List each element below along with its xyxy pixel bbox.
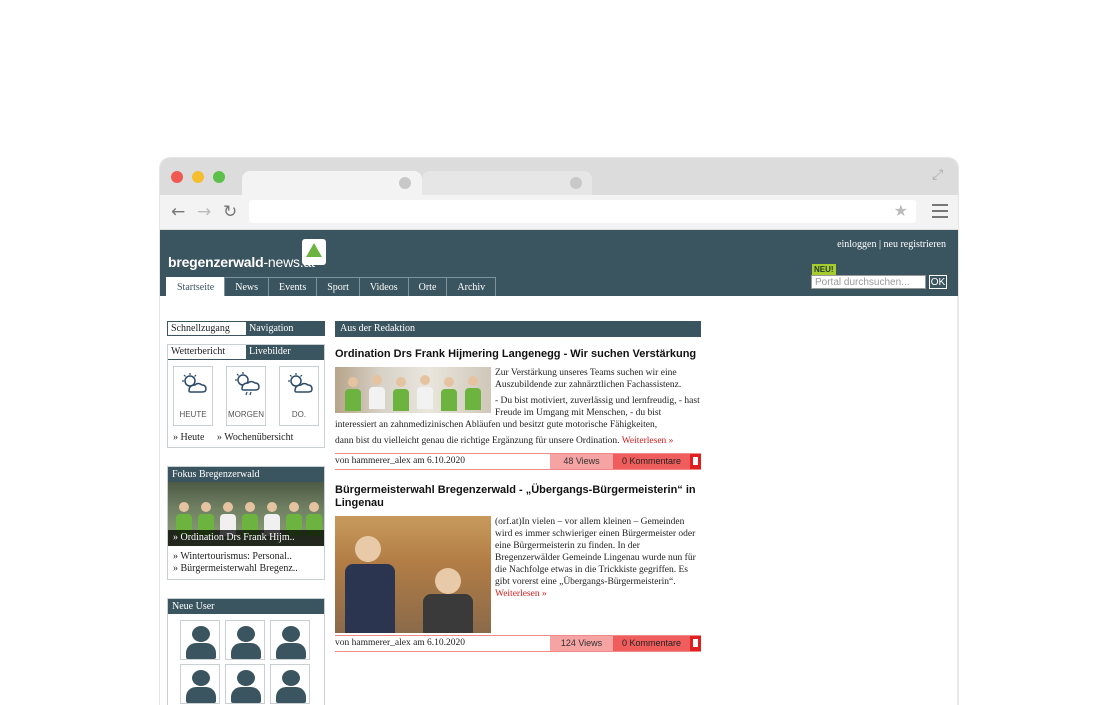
expand-icon[interactable]: ⤢: [932, 168, 948, 184]
fokus-link[interactable]: » Bürgermeisterwahl Bregenz..: [173, 563, 319, 575]
section-header: Aus der Redaktion: [335, 321, 701, 337]
search-ok-button[interactable]: OK: [929, 275, 947, 289]
page-edge: [957, 296, 958, 705]
tab-wetterbericht[interactable]: Wetterbericht: [168, 345, 246, 359]
forward-arrow-icon[interactable]: →: [197, 201, 211, 223]
nav-startseite[interactable]: Startseite: [166, 277, 225, 297]
tab-favicon-icon: [570, 177, 582, 189]
fokus-box: Fokus Bregenzerwald » Ordination Drs Fra…: [167, 466, 325, 580]
weather-week-link[interactable]: » Wochenübersicht: [217, 432, 294, 443]
fokus-image[interactable]: » Ordination Drs Frank Hijm..: [168, 482, 324, 546]
read-more-link[interactable]: Weiterlesen »: [495, 589, 547, 599]
address-bar[interactable]: ★: [249, 200, 916, 223]
reload-icon[interactable]: ↻: [223, 201, 237, 223]
fokus-links: » Wintertourismus: Personal.. » Bürgerme…: [168, 546, 324, 579]
user-avatar-icon[interactable]: [225, 664, 265, 704]
search-input[interactable]: Portal durchsuchen...: [811, 275, 926, 289]
sun-cloud-icon: [182, 373, 207, 393]
nav-events[interactable]: Events: [268, 277, 317, 297]
sun-cloud-rain-icon: [235, 372, 260, 396]
weather-day-tomorrow[interactable]: MORGEN: [226, 366, 266, 426]
nav-archiv[interactable]: Archiv: [446, 277, 497, 297]
browser-toolbar: ← → ↻ ★: [160, 195, 958, 230]
user-avatar-icon[interactable]: [180, 620, 220, 660]
article-image[interactable]: [335, 516, 491, 633]
star-icon[interactable]: ★: [894, 201, 908, 220]
login-link[interactable]: einloggen: [837, 239, 876, 250]
fokus-title: Fokus Bregenzerwald: [168, 467, 324, 482]
weather-today-link[interactable]: » Heute: [173, 432, 204, 443]
back-arrow-icon[interactable]: ←: [171, 201, 185, 223]
comments-link[interactable]: 0 Kommentare: [613, 636, 690, 651]
tab-navigation[interactable]: Navigation: [246, 322, 324, 335]
close-window-button[interactable]: [171, 171, 183, 183]
site-header: bregenzerwald-news.at einloggen | neu re…: [160, 230, 958, 297]
article: Ordination Drs Frank Hijmering Langenegg…: [335, 348, 701, 470]
article-title[interactable]: Ordination Drs Frank Hijmering Langenegg…: [335, 348, 701, 361]
article-meta: von hammerer_alex am 6.10.2020 48 Views …: [335, 453, 701, 470]
views-count: 124 Views: [550, 636, 613, 651]
browser-titlebar: ⤢: [160, 158, 958, 197]
nav-videos[interactable]: Videos: [358, 277, 408, 297]
article-image[interactable]: [335, 367, 491, 413]
fokus-caption[interactable]: » Ordination Drs Frank Hijm..: [168, 530, 324, 546]
comments-link[interactable]: 0 Kommentare: [613, 454, 690, 469]
article-byline: von hammerer_alex am 6.10.2020: [335, 638, 466, 648]
article-meta: von hammerer_alex am 6.10.2020 124 Views…: [335, 635, 701, 652]
fokus-link[interactable]: » Wintertourismus: Personal..: [173, 551, 319, 563]
new-badge: NEU!: [812, 264, 836, 275]
new-users-title: Neue User: [168, 599, 324, 614]
nav-news[interactable]: News: [224, 277, 268, 297]
user-avatar-icon[interactable]: [270, 664, 310, 704]
tab-livebilder[interactable]: Livebilder: [246, 345, 324, 359]
article-paragraph: dann bist du vielleicht genau die richti…: [335, 436, 674, 446]
weather-links: » Heute » Wochenübersicht: [168, 430, 324, 447]
article-byline: von hammerer_alex am 6.10.2020: [335, 456, 466, 466]
tab-schnellzugang[interactable]: Schnellzugang: [168, 322, 246, 335]
tab-favicon-icon: [399, 177, 411, 189]
register-link[interactable]: neu registrieren: [884, 239, 946, 250]
weather-day-thursday[interactable]: DO.: [279, 366, 319, 426]
user-avatar-icon[interactable]: [270, 620, 310, 660]
read-more-link[interactable]: Weiterlesen »: [622, 436, 674, 446]
nav-sport[interactable]: Sport: [316, 277, 359, 297]
main-navigation: Startseite News Events Sport Videos Orte…: [166, 277, 497, 297]
share-icon[interactable]: [690, 636, 701, 651]
sidebar: Schnellzugang Navigation Wetterbericht L…: [167, 321, 325, 705]
menu-icon[interactable]: [932, 204, 948, 222]
weather-forecast: HEUTE MORGEN DO.: [168, 360, 324, 430]
nav-orte[interactable]: Orte: [407, 277, 447, 297]
site-logo[interactable]: bregenzerwald-news.at: [168, 254, 315, 270]
browser-window: ⤢ ← → ↻ ★ bregenzerwald-news.at einlogge…: [160, 158, 958, 705]
share-icon[interactable]: [690, 454, 701, 469]
page-content: Schnellzugang Navigation Wetterbericht L…: [160, 296, 958, 705]
browser-tab-1[interactable]: [242, 171, 422, 197]
account-links: einloggen | neu registrieren: [837, 239, 946, 250]
weather-day-today[interactable]: HEUTE: [173, 366, 213, 426]
new-users-box: Neue User: [167, 598, 325, 705]
browser-tab-2[interactable]: [422, 171, 592, 197]
article-title[interactable]: Bürgermeisterwahl Bregenzerwald - „Überg…: [335, 484, 701, 510]
views-count: 48 Views: [550, 454, 613, 469]
user-avatar-icon[interactable]: [180, 664, 220, 704]
minimize-window-button[interactable]: [192, 171, 204, 183]
article: Bürgermeisterwahl Bregenzerwald - „Überg…: [335, 484, 701, 652]
maximize-window-button[interactable]: [213, 171, 225, 183]
user-avatar-icon[interactable]: [225, 620, 265, 660]
quick-nav-tabs: Schnellzugang Navigation: [167, 321, 325, 336]
sun-cloud-icon: [288, 373, 313, 393]
main-column: Aus der Redaktion Ordination Drs Frank H…: [335, 321, 701, 652]
user-avatar-grid: [168, 614, 324, 704]
weather-box: Wetterbericht Livebilder HEUTE MORGEN DO…: [167, 344, 325, 448]
article-body: (orf.at)In vielen – vor allem kleinen – …: [335, 516, 701, 633]
weather-tabs: Wetterbericht Livebilder: [168, 345, 324, 360]
article-body: Zur Verstärkung unseres Teams suchen wir…: [335, 367, 701, 447]
